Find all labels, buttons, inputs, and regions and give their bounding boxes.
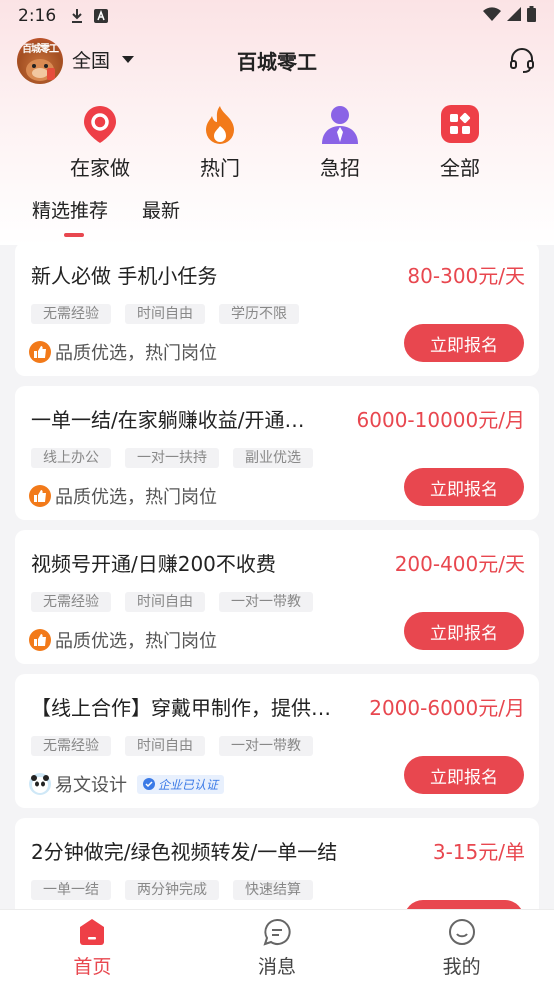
status-time: 2:16 — [18, 6, 57, 26]
job-pay: 200-400元/天 — [394, 552, 525, 576]
job-tags: 无需经验 时间自由 学历不限 — [31, 304, 299, 324]
home-icon — [80, 919, 105, 945]
battery-icon — [527, 5, 536, 27]
thumbs-up-icon — [29, 485, 51, 507]
category-bar: 在家做 热门 急招 全部 — [50, 104, 510, 184]
category-label: 全部 — [440, 156, 480, 180]
category-work-from-home[interactable]: 在家做 — [50, 104, 150, 184]
job-tags: 无需经验 时间自由 一对一带教 — [31, 592, 313, 612]
nav-messages[interactable]: 消息 — [185, 910, 370, 984]
app-title: 百城零工 — [237, 50, 317, 74]
job-source: 易文设计 企业已认证 — [29, 771, 225, 797]
tab-recommended[interactable]: 精选推荐 — [32, 196, 108, 237]
job-pay: 6000-10000元/月 — [356, 408, 525, 432]
job-pay: 3-15元/单 — [432, 840, 525, 864]
nav-profile[interactable]: 我的 — [369, 910, 554, 984]
tab-latest[interactable]: 最新 — [142, 196, 180, 223]
job-card[interactable]: 视频号开通/日赚200不收费 200-400元/天 无需经验 时间自由 一对一带… — [15, 530, 539, 664]
keyboard-a-icon — [94, 9, 109, 23]
verified-badge: 企业已认证 — [137, 774, 225, 794]
job-tags: 一单一结 两分钟完成 快速结算 — [31, 880, 313, 900]
job-title: 新人必做 手机小任务 — [31, 264, 218, 288]
grid-icon — [441, 105, 479, 143]
location-pin-icon — [84, 106, 116, 143]
smiley-icon — [448, 919, 475, 945]
job-source-label: 品质优选，热门岗位 — [55, 631, 217, 652]
job-tag: 一对一扶持 — [125, 448, 219, 468]
job-tag: 时间自由 — [125, 304, 205, 324]
job-tag: 一对一带教 — [219, 592, 313, 612]
job-card[interactable]: 【线上合作】穿戴甲制作，提供… 2000-6000元/月 无需经验 时间自由 一… — [15, 674, 539, 808]
job-tags: 线上办公 一对一扶持 副业优选 — [31, 448, 313, 468]
status-bar: 2:16 — [0, 0, 554, 32]
job-title: 一单一结/在家躺赚收益/开通… — [31, 408, 305, 432]
job-tag: 副业优选 — [233, 448, 313, 468]
job-tag: 学历不限 — [219, 304, 299, 324]
job-source: 品质优选，热门岗位 — [29, 339, 217, 365]
apply-button[interactable]: 立即报名 — [404, 756, 524, 794]
job-tag: 线上办公 — [31, 448, 111, 468]
apply-button[interactable]: 立即报名 — [404, 324, 524, 362]
app-header: 百城零工 全国 百城零工 — [0, 36, 554, 86]
signal-icon — [507, 6, 521, 26]
job-tag: 一单一结 — [31, 880, 111, 900]
thumbs-up-icon — [29, 629, 51, 651]
category-urgent[interactable]: 急招 — [290, 104, 390, 184]
job-tag: 快速结算 — [233, 880, 313, 900]
job-card[interactable]: 一单一结/在家躺赚收益/开通… 6000-10000元/月 线上办公 一对一扶持… — [15, 386, 539, 520]
job-source-label: 品质优选，热门岗位 — [55, 487, 217, 508]
apply-button[interactable]: 立即报名 — [404, 468, 524, 506]
job-source: 品质优选，热门岗位 — [29, 483, 217, 509]
wifi-icon — [483, 6, 501, 26]
category-label: 热门 — [200, 156, 240, 180]
verified-label: 企业已认证 — [158, 777, 219, 792]
apply-button[interactable]: 立即报名 — [404, 612, 524, 650]
nav-label: 首页 — [73, 956, 112, 978]
job-tag: 时间自由 — [125, 736, 205, 756]
job-source-label: 品质优选，热门岗位 — [55, 343, 217, 364]
category-label: 在家做 — [70, 156, 130, 180]
person-icon — [322, 106, 358, 144]
job-tag: 时间自由 — [125, 592, 205, 612]
panda-logo-icon — [29, 773, 51, 795]
thumbs-up-icon — [29, 341, 51, 363]
category-label: 急招 — [320, 156, 360, 180]
job-pay: 80-300元/天 — [407, 264, 525, 288]
job-title: 2分钟做完/绿色视频转发/一单一结 — [31, 840, 338, 864]
download-icon — [70, 8, 84, 24]
headset-icon[interactable] — [508, 46, 536, 74]
job-tag: 一对一带教 — [219, 736, 313, 756]
job-title: 视频号开通/日赚200不收费 — [31, 552, 276, 576]
nav-label: 我的 — [442, 956, 481, 978]
job-tag: 无需经验 — [31, 304, 111, 324]
category-all[interactable]: 全部 — [410, 104, 510, 184]
flame-icon — [206, 106, 234, 144]
bottom-nav: 首页 消息 我的 — [0, 909, 554, 984]
job-source: 品质优选，热门岗位 — [29, 627, 217, 653]
job-tag: 无需经验 — [31, 736, 111, 756]
job-title: 【线上合作】穿戴甲制作，提供… — [31, 696, 331, 720]
message-bubble-icon — [263, 918, 291, 946]
category-hot[interactable]: 热门 — [170, 104, 270, 184]
job-pay: 2000-6000元/月 — [369, 696, 525, 720]
job-card[interactable]: 新人必做 手机小任务 80-300元/天 无需经验 时间自由 学历不限 品质优选… — [15, 242, 539, 376]
feed-tabs: 精选推荐 最新 — [32, 196, 180, 237]
nav-home[interactable]: 首页 — [0, 910, 185, 984]
check-badge-icon — [143, 778, 155, 790]
job-tag: 两分钟完成 — [125, 880, 219, 900]
job-tag: 无需经验 — [31, 592, 111, 612]
nav-label: 消息 — [258, 956, 297, 978]
job-tags: 无需经验 时间自由 一对一带教 — [31, 736, 313, 756]
job-source-label: 易文设计 — [55, 775, 127, 796]
